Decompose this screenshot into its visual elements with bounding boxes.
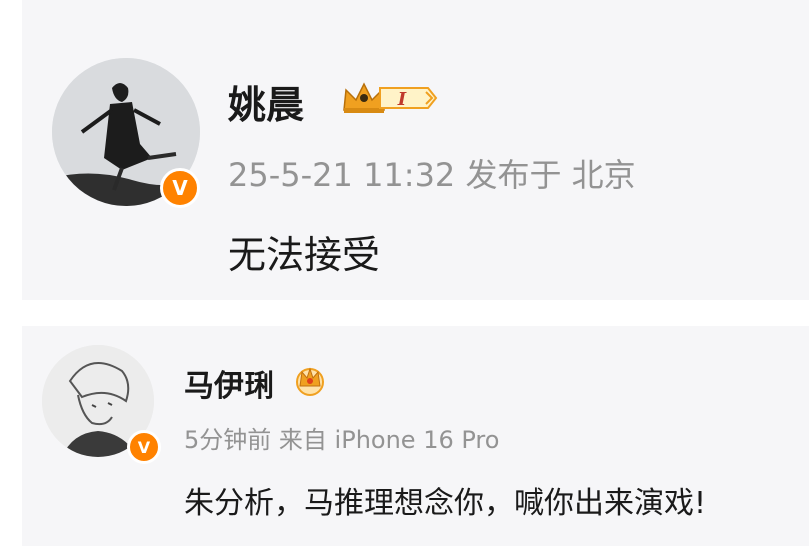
post-meta: 5分钟前 来自 iPhone 16 Pro [184, 420, 499, 455]
timestamp: 5分钟前 [184, 426, 272, 454]
comment-card: V 马伊琍 5分钟前 来自 iPhone 16 Pro 朱分析，马推理想念你，喊… [22, 326, 809, 546]
verified-v-icon: V [127, 430, 161, 464]
comment-text: 朱分析，马推理想念你，喊你出来演戏! [184, 486, 707, 521]
comment-card: V 姚晨 I 25-5-21 11:32 发布于 北京 无法接受 [22, 0, 809, 300]
vip-crown-icon[interactable] [292, 362, 328, 398]
comment-text: 无法接受 [228, 233, 381, 277]
timestamp: 25-5-21 11:32 [228, 156, 456, 194]
posted-device: 来自 iPhone 16 Pro [278, 426, 500, 454]
username[interactable]: 姚晨 [228, 74, 304, 129]
vip-crown-level-icon[interactable]: I [340, 78, 440, 118]
posted-location: 发布于 北京 [465, 156, 636, 194]
username[interactable]: 马伊琍 [184, 361, 274, 405]
verified-v-icon: V [160, 168, 200, 208]
post-meta: 25-5-21 11:32 发布于 北京 [228, 150, 636, 196]
level-badge-label: I [397, 89, 407, 110]
